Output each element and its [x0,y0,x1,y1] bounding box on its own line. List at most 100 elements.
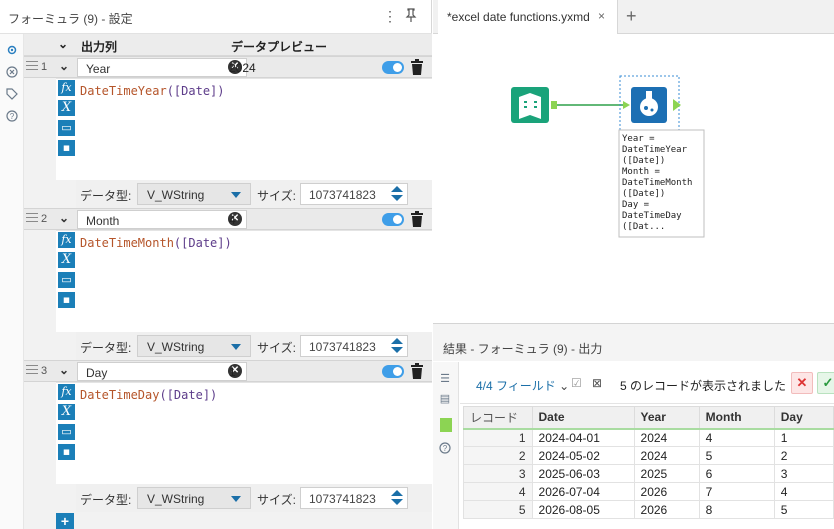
column-header[interactable]: Month [698,406,775,430]
output-anchor[interactable] [673,99,681,111]
formula-tool-icon[interactable] [631,87,667,123]
column-header[interactable]: Day [773,406,834,430]
data-type-value: V_WString [147,340,205,354]
filter-clear-icon[interactable]: ⊠ [592,376,602,390]
variable-x-icon[interactable]: X [58,100,75,116]
add-tab-button[interactable]: + [626,6,637,27]
trash-icon[interactable] [410,363,424,379]
table-row[interactable]: 4 2026-07-04 2026 7 4 [463,482,834,501]
chevron-down-icon[interactable]: ⌄ [59,211,69,225]
data-type-value: V_WString [147,492,205,506]
output-field-input[interactable]: Year [77,58,247,77]
column-preview: データプレビュー [231,40,328,54]
output-field-value: Year [86,62,111,76]
output-anchor[interactable] [551,101,557,109]
folder-icon[interactable]: ▭ [58,120,75,136]
save-icon[interactable]: ▪ [58,444,75,460]
output-field-input[interactable]: Day [77,362,247,381]
drag-handle-icon[interactable] [26,61,38,73]
size-stepper-icon[interactable] [391,338,403,354]
workflow-diagram: Year = DateTimeYear ([Date]) Month = Dat… [511,75,705,238]
trash-icon[interactable] [410,59,424,75]
output-anchor-icon[interactable] [440,418,452,432]
size-value: 1073741823 [309,492,376,506]
size-stepper-icon[interactable] [391,186,403,202]
help-icon[interactable]: ? [4,108,20,124]
tool-badge-icon[interactable] [4,64,20,80]
input-data-tool-icon[interactable] [511,87,549,123]
checkbox-icon[interactable]: ☑ [571,376,582,390]
table-cell: 4 [698,428,775,447]
size-input[interactable]: 1073741823 [300,487,408,509]
input-anchor[interactable] [623,101,630,109]
add-formula-button[interactable]: + [56,513,74,529]
fx-icon[interactable]: fx [58,80,75,96]
chevron-down-icon[interactable]: ⌄ [59,59,69,73]
output-field-input[interactable]: Month [77,210,247,229]
field-selector-label: 4/4 フィールド [476,379,556,393]
data-type-select[interactable]: V_WString [137,183,251,205]
formula-enable-toggle[interactable] [382,61,404,74]
size-input[interactable]: 1073741823 [300,335,408,357]
list-icon[interactable]: ☰ [437,370,453,386]
formula-enable-toggle[interactable] [382,213,404,226]
record-cell: 4 [463,482,533,501]
column-header[interactable]: レコード [463,406,533,430]
save-icon[interactable]: ▪ [58,140,75,156]
table-row[interactable]: 5 2026-08-05 2026 8 5 [463,500,834,519]
help-icon[interactable]: ? [437,440,453,456]
pin-icon[interactable] [405,8,417,25]
tag-icon[interactable] [4,86,20,102]
table-cell: 2025 [633,464,700,483]
annotation-line: Year = [622,134,655,144]
column-header[interactable]: Year [633,406,700,430]
dropdown-arrow-icon [231,192,241,198]
close-icon[interactable]: ✕ [791,372,813,394]
size-label: サイズ: [257,341,296,355]
close-tab-icon[interactable]: × [598,9,605,23]
fx-icon[interactable]: fx [58,384,75,400]
table-row[interactable]: 1 2024-04-01 2024 4 1 [463,428,834,447]
data-type-select[interactable]: V_WString [137,335,251,357]
gear-icon[interactable] [4,42,20,58]
expression-function: DateTimeYear [80,84,167,98]
trash-icon[interactable] [410,211,424,227]
table-cell: 1 [773,428,834,447]
svg-text:?: ? [10,112,15,121]
data-type-row: データ型: V_WString サイズ: 1073741823 [76,332,432,360]
formula-row: 3 ⌄ Day ✕ 1 [24,360,432,382]
table-cell: 2024 [633,446,700,465]
column-header[interactable]: Date [531,406,635,430]
config-side-rail: ? [0,34,24,529]
metadata-icon[interactable]: ▤ [437,390,453,406]
size-input[interactable]: 1073741823 [300,183,408,205]
folder-icon[interactable]: ▭ [58,272,75,288]
data-type-label: データ型: [80,493,132,507]
workflow-canvas[interactable]: Year = DateTimeYear ([Date]) Month = Dat… [433,35,834,323]
chevron-down-icon[interactable]: ⌄ [59,363,69,377]
annotation-line: Day = [622,200,650,210]
formula-enable-toggle[interactable] [382,365,404,378]
size-stepper-icon[interactable] [391,490,403,506]
drag-handle-icon[interactable] [26,365,38,377]
table-cell: 5 [773,500,834,519]
record-cell: 2 [463,446,533,465]
size-value: 1073741823 [309,188,376,202]
data-preview: 4 [229,213,236,227]
more-vert-icon[interactable]: ⋮ [383,8,397,25]
save-icon[interactable]: ▪ [58,292,75,308]
data-type-select[interactable]: V_WString [137,487,251,509]
field-selector-dropdown[interactable]: 4/4 フィールド ⌄ [476,377,569,394]
column-output: 出力列 [81,40,118,54]
variable-x-icon[interactable]: X [58,404,75,420]
table-cell: 2024-05-02 [531,446,635,465]
folder-icon[interactable]: ▭ [58,424,75,440]
collapse-all-chevron-icon[interactable]: ⌄ [58,37,68,51]
fx-icon[interactable]: fx [58,232,75,248]
table-cell: 7 [698,482,775,501]
table-row[interactable]: 2 2024-05-02 2024 5 2 [463,446,834,465]
check-icon[interactable]: ✓ [817,372,834,394]
drag-handle-icon[interactable] [26,213,38,225]
table-row[interactable]: 3 2025-06-03 2025 6 3 [463,464,834,483]
variable-x-icon[interactable]: X [58,252,75,268]
